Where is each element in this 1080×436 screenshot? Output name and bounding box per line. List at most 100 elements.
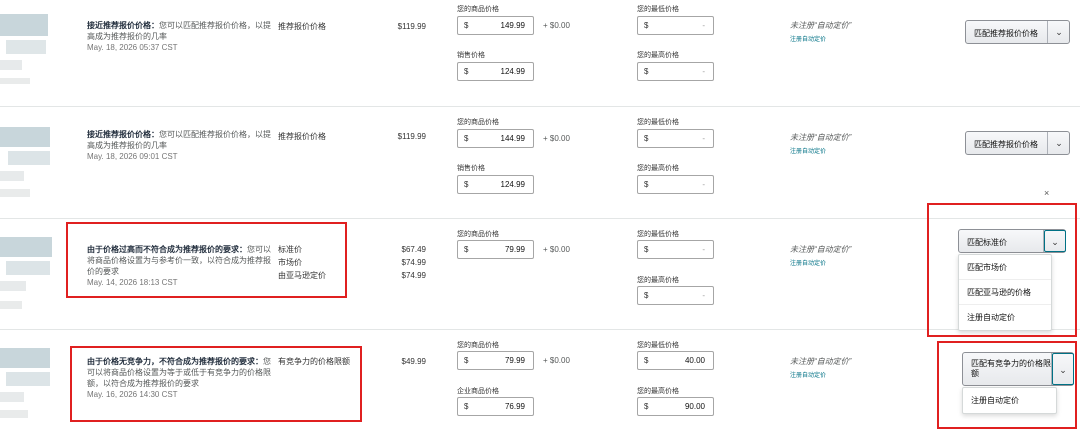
menu-item-register-auto[interactable]: 注册自动定价 — [963, 388, 1056, 413]
price-type-market: 市场价 — [278, 258, 302, 267]
your-price-value: 144.99 — [500, 134, 525, 143]
auto-pricing-status: 未注册“自动定价” — [790, 133, 852, 142]
min-price-input[interactable]: $ 40.00 — [637, 351, 714, 370]
your-price-value: 149.99 — [500, 21, 525, 30]
shipping-cost: + $0.00 — [543, 21, 570, 30]
register-auto-pricing-link[interactable]: 注册自动定价 — [790, 146, 826, 155]
your-price-label: 您的商品价格 — [457, 231, 499, 238]
max-price-input[interactable]: $ - — [637, 175, 714, 194]
price-value-standard: $67.49 — [401, 245, 426, 254]
chevron-down-icon[interactable]: ⌄ — [1048, 21, 1070, 43]
chevron-down-icon[interactable]: ⌄ — [1052, 353, 1074, 385]
currency-symbol: $ — [644, 67, 649, 76]
menu-item-match-market[interactable]: 匹配市场价 — [959, 255, 1051, 280]
sale-price-input[interactable]: $ 124.99 — [457, 175, 534, 194]
empty-value: - — [702, 291, 705, 300]
product-thumbnail[interactable] — [0, 229, 60, 309]
max-price-value: 90.00 — [684, 402, 705, 411]
match-price-button[interactable]: 匹配推荐报价价格 ⌄ — [965, 20, 1070, 44]
match-price-button[interactable]: 匹配标准价 ⌄ — [958, 229, 1066, 253]
currency-symbol: $ — [464, 21, 469, 30]
offer-status: 接近推荐报价价格：您可以匹配推荐报价价格，以提高成为推荐报价的几率 May. 1… — [87, 129, 272, 162]
business-price-value: 76.99 — [504, 402, 525, 411]
status-date: May. 18, 2026 05:37 CST — [87, 43, 178, 52]
min-price-label: 您的最低价格 — [637, 119, 679, 126]
currency-symbol: $ — [464, 402, 469, 411]
status-title: 接近推荐报价价格： — [87, 130, 159, 139]
offer-status: 由于价格无竞争力，不符合成为推荐报价的要求：您可以将商品价格设置为等于或低于有竞… — [87, 356, 272, 400]
sale-price-label: 销售价格 — [457, 52, 485, 59]
auto-pricing-status: 未注册“自动定价” — [790, 21, 852, 30]
reference-price-value: $119.99 — [397, 22, 426, 31]
product-thumbnail[interactable] — [0, 8, 60, 88]
status-title: 由于价格无竞争力，不符合成为推荐报价的要求： — [87, 357, 263, 366]
match-price-button-label: 匹配推荐报价价格 — [974, 140, 1038, 149]
match-price-button[interactable]: 匹配推荐报价价格 ⌄ — [965, 131, 1070, 155]
max-price-label: 您的最高价格 — [637, 52, 679, 59]
status-title: 由于价格过高而不符合成为推荐报价的要求： — [87, 245, 247, 254]
your-price-label: 您的商品价格 — [457, 119, 499, 126]
product-thumbnail[interactable] — [0, 340, 60, 420]
currency-symbol: $ — [644, 180, 649, 189]
status-date: May. 18, 2026 09:01 CST — [87, 152, 178, 161]
max-price-input[interactable]: $ - — [637, 62, 714, 81]
chevron-down-icon[interactable]: ⌄ — [1044, 230, 1066, 252]
empty-value: - — [702, 245, 705, 254]
sale-price-label: 销售价格 — [457, 165, 485, 172]
match-price-button-label: 匹配标准价 — [967, 238, 1007, 247]
business-price-input[interactable]: $ 76.99 — [457, 397, 534, 416]
currency-symbol: $ — [464, 67, 469, 76]
match-price-button-label: 匹配推荐报价价格 — [974, 29, 1038, 38]
min-price-input[interactable]: $ - — [637, 129, 714, 148]
empty-value: - — [702, 67, 705, 76]
sale-price-value: 124.99 — [500, 67, 525, 76]
max-price-input[interactable]: $ 90.00 — [637, 397, 714, 416]
menu-item-match-amazon[interactable]: 匹配亚马逊的价格 — [959, 280, 1051, 305]
menu-item-register-auto[interactable]: 注册自动定价 — [959, 305, 1051, 330]
auto-pricing-status: 未注册“自动定价” — [790, 357, 852, 366]
close-icon[interactable]: × — [1044, 188, 1049, 198]
currency-symbol: $ — [464, 180, 469, 189]
status-title: 接近推荐报价价格： — [87, 21, 159, 30]
reference-price-type: 推荐报价价格 — [278, 22, 326, 31]
your-price-input[interactable]: $ 144.99 — [457, 129, 534, 148]
register-auto-pricing-link[interactable]: 注册自动定价 — [790, 258, 826, 267]
sale-price-input[interactable]: $ 124.99 — [457, 62, 534, 81]
min-price-label: 您的最低价格 — [637, 6, 679, 13]
min-price-label: 您的最低价格 — [637, 342, 679, 349]
chevron-down-icon[interactable]: ⌄ — [1048, 132, 1070, 154]
currency-symbol: $ — [464, 245, 469, 254]
price-value-amazon: $74.99 — [401, 271, 426, 280]
empty-value: - — [702, 134, 705, 143]
currency-symbol: $ — [464, 134, 469, 143]
offer-status: 接近推荐报价价格：您可以匹配推荐报价价格，以提高成为推荐报价的几率 May. 1… — [87, 20, 272, 53]
match-price-dropdown: 匹配市场价 匹配亚马逊的价格 注册自动定价 — [958, 254, 1052, 331]
shipping-cost: + $0.00 — [543, 356, 570, 365]
price-value-market: $74.99 — [401, 258, 426, 267]
your-price-input[interactable]: $ 149.99 — [457, 16, 534, 35]
min-price-input[interactable]: $ - — [637, 240, 714, 259]
register-auto-pricing-link[interactable]: 注册自动定价 — [790, 370, 826, 379]
currency-symbol: $ — [644, 402, 649, 411]
auto-pricing-status: 未注册“自动定价” — [790, 245, 852, 254]
min-price-input[interactable]: $ - — [637, 16, 714, 35]
currency-symbol: $ — [464, 356, 469, 365]
listing-row: 接近推荐报价价格：您可以匹配推荐报价价格，以提高成为推荐报价的几率 May. 1… — [0, 107, 1080, 219]
your-price-label: 您的商品价格 — [457, 6, 499, 13]
match-price-button[interactable]: 匹配有竞争力的价格限额 ⌄ — [962, 352, 1074, 386]
reference-price-type: 有竞争力的价格限额 — [278, 357, 350, 366]
max-price-input[interactable]: $ - — [637, 286, 714, 305]
max-price-label: 您的最高价格 — [637, 165, 679, 172]
status-date: May. 16, 2026 14:30 CST — [87, 390, 178, 399]
listing-row: 由于价格无竞争力，不符合成为推荐报价的要求：您可以将商品价格设置为等于或低于有竞… — [0, 330, 1080, 436]
reference-price-values: $67.49 $74.99 $74.99 — [378, 243, 426, 282]
product-thumbnail[interactable] — [0, 121, 60, 201]
sale-price-value: 124.99 — [500, 180, 525, 189]
max-price-label: 您的最高价格 — [637, 388, 679, 395]
match-price-button-label: 匹配有竞争力的价格限额 — [971, 359, 1051, 378]
currency-symbol: $ — [644, 21, 649, 30]
register-auto-pricing-link[interactable]: 注册自动定价 — [790, 34, 826, 43]
price-type-standard: 标准价 — [278, 245, 302, 254]
your-price-input[interactable]: $ 79.99 — [457, 351, 534, 370]
your-price-input[interactable]: $ 79.99 — [457, 240, 534, 259]
